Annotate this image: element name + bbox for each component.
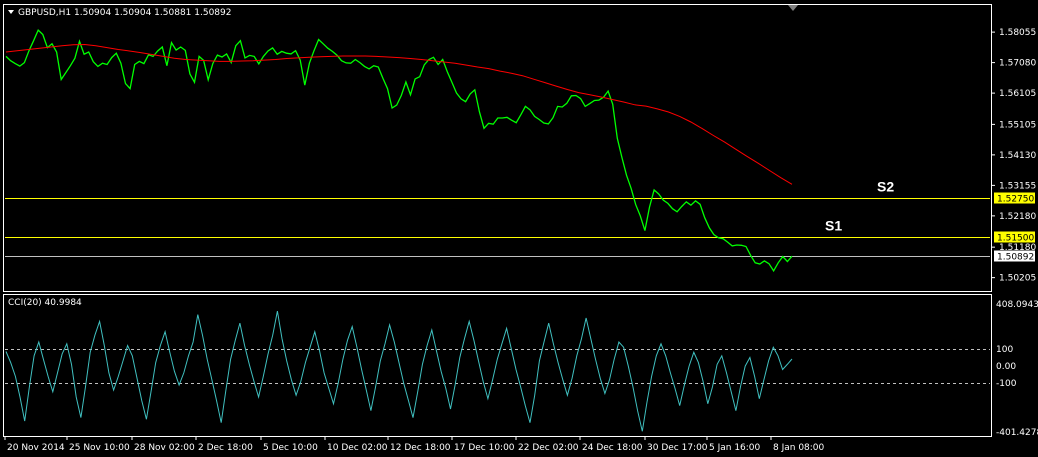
level-tag-text: 1.52750 bbox=[997, 195, 1034, 205]
x-tick-label: 8 Jan 08:00 bbox=[773, 443, 825, 453]
price-y-tick-label: 1.56105 bbox=[999, 89, 1036, 99]
price-y-tick-label: 1.53155 bbox=[999, 181, 1036, 191]
x-tick-label: 20 Nov 2014 bbox=[7, 443, 65, 453]
x-tick-label: 24 Dec 18:00 bbox=[582, 443, 643, 453]
cci-y-tick-label: 0.00 bbox=[996, 362, 1016, 372]
x-tick-label: 12 Dec 18:00 bbox=[390, 443, 451, 453]
price-y-tick-label: 1.55105 bbox=[999, 120, 1036, 130]
bid-tag-text: 1.50892 bbox=[997, 253, 1034, 263]
x-tick-label: 10 Dec 02:00 bbox=[327, 443, 388, 453]
gbpusd-chart: 1.58055 1.57080 1.56105 1.55105 1.54130 1.531… bbox=[0, 0, 1038, 457]
x-tick-label: 5 Dec 10:00 bbox=[263, 443, 318, 453]
cci-y-tick-label: 408.0943 bbox=[996, 300, 1038, 310]
price-y-tick-label: 1.58055 bbox=[999, 28, 1036, 38]
price-y-tick-label: 1.52180 bbox=[999, 212, 1036, 222]
price-y-tick-label: 1.57080 bbox=[999, 59, 1036, 69]
chart-title: GBPUSD,H1 1.50904 1.50904 1.50881 1.5089… bbox=[18, 8, 231, 18]
x-tick-label: 5 Jan 16:00 bbox=[709, 443, 761, 453]
x-tick-label: 22 Dec 02:00 bbox=[518, 443, 579, 453]
cci-title: CCI(20) 40.9984 bbox=[8, 298, 82, 308]
cci-y-tick-label: -100 bbox=[996, 379, 1017, 389]
price-y-tick-label: 1.54130 bbox=[999, 151, 1036, 161]
cci-y-tick-label: -401.4278 bbox=[996, 428, 1038, 438]
level-tag-text: 1.51500 bbox=[997, 234, 1034, 244]
chart-background bbox=[0, 0, 1038, 457]
level-label-s1: S1 bbox=[825, 218, 842, 234]
level-label-s2: S2 bbox=[877, 179, 894, 195]
x-tick-label: 17 Dec 10:00 bbox=[454, 443, 515, 453]
x-tick-label: 28 Nov 02:00 bbox=[134, 443, 195, 453]
x-tick-label: 25 Nov 10:00 bbox=[69, 443, 130, 453]
price-y-tick-label: 1.50205 bbox=[999, 274, 1036, 284]
x-tick-label: 2 Dec 18:00 bbox=[198, 443, 253, 453]
x-tick-label: 30 Dec 17:00 bbox=[647, 443, 708, 453]
cci-y-tick-label: 100 bbox=[996, 345, 1013, 355]
